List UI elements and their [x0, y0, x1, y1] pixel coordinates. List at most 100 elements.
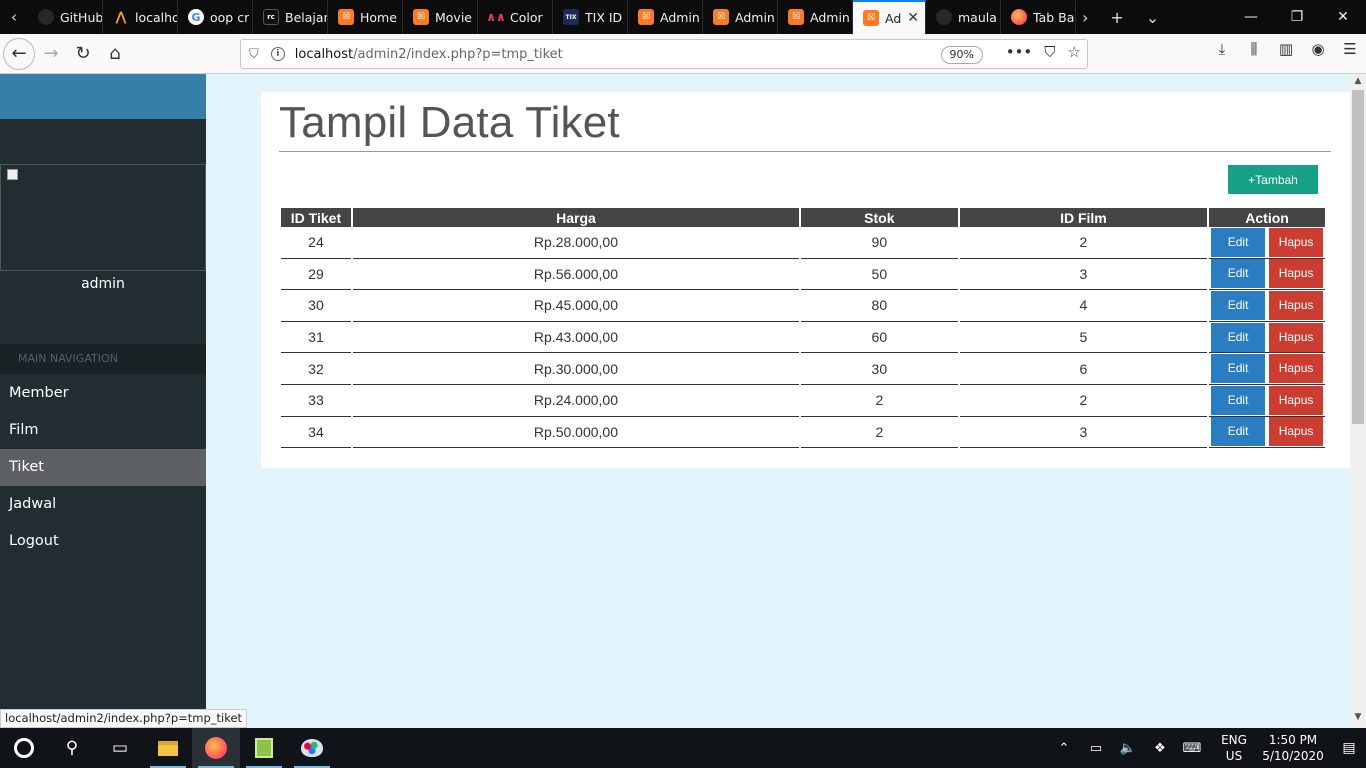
delete-button[interactable]: Hapus [1269, 259, 1324, 289]
avatar [0, 164, 206, 271]
edit-button[interactable]: Edit [1211, 259, 1266, 289]
browser-tab[interactable]: TIX TIX ID [553, 0, 628, 34]
browser-tab[interactable]: ☒ Ad ✕ [853, 0, 926, 34]
cell-id-tiket: 31 [281, 322, 351, 354]
logo-bar [0, 74, 206, 119]
edit-button[interactable]: Edit [1211, 322, 1266, 352]
input-language[interactable]: ENG US [1214, 732, 1254, 764]
zoom-level-badge[interactable]: 90% [940, 46, 983, 64]
tab-scroll-left-icon[interactable]: ‹ [0, 0, 28, 34]
forward-button[interactable]: → [35, 38, 67, 70]
url-path: /admin2/index.php?p=tmp_tiket [353, 46, 563, 62]
file-explorer-icon[interactable] [144, 728, 192, 768]
hamburger-menu-icon[interactable]: ☰ [1340, 40, 1360, 58]
color-icon: ∧∧ [486, 10, 506, 24]
delete-button[interactable]: Hapus [1269, 322, 1324, 352]
browser-tab[interactable]: Tab Ba [1001, 0, 1076, 34]
browser-tab[interactable]: ☒ Admin [778, 0, 853, 34]
notifications-icon[interactable]: ▤ [1332, 740, 1366, 756]
browser-tab[interactable]: ☒ Admin [628, 0, 703, 34]
address-bar[interactable]: ⛉ i localhost/admin2/index.php?p=tmp_tik… [240, 39, 1088, 69]
tab-scroll-right-icon[interactable]: › [1082, 8, 1088, 27]
add-ticket-button[interactable]: +Tambah [1228, 165, 1318, 194]
edit-button[interactable]: Edit [1211, 385, 1266, 415]
sidebar-toggle-icon[interactable]: ▥ [1276, 40, 1296, 58]
firefox-taskbar-icon[interactable] [192, 728, 240, 768]
browser-tab[interactable]: maula [926, 0, 1001, 34]
main-navigation-header: MAIN NAVIGATION [0, 344, 206, 374]
delete-button[interactable]: Hapus [1269, 227, 1324, 257]
url-host: localhost [294, 46, 354, 62]
scroll-up-icon[interactable]: ▲ [1350, 76, 1366, 90]
back-button[interactable]: ← [3, 37, 35, 70]
account-icon[interactable]: ◉ [1308, 40, 1328, 58]
delete-button[interactable]: Hapus [1269, 385, 1324, 415]
sidebar-item-tiket[interactable]: Tiket [0, 449, 206, 486]
list-all-tabs-icon[interactable]: ⌄ [1146, 8, 1159, 27]
xampp-icon: ☒ [338, 9, 354, 25]
notepad-plus-plus-icon[interactable] [240, 728, 288, 768]
column-header-id-film: ID Film [959, 208, 1208, 227]
start-button[interactable] [0, 728, 48, 768]
sidebar-item-logout[interactable]: Logout [0, 523, 206, 560]
new-tab-icon[interactable]: + [1110, 8, 1123, 27]
browser-tab[interactable]: GitHub [28, 0, 103, 34]
close-window-icon[interactable]: ✕ [1320, 0, 1366, 34]
github-icon [936, 9, 952, 25]
battery-icon[interactable]: ▭ [1080, 741, 1112, 756]
sidebar-item-member[interactable]: Member [0, 375, 206, 412]
browser-tab[interactable]: Goop cr [178, 0, 253, 34]
bookmark-star-icon[interactable]: ☆ [1068, 43, 1081, 61]
keyboard-icon[interactable]: ⌨ [1176, 741, 1208, 756]
delete-button[interactable]: Hapus [1269, 290, 1324, 320]
edit-button[interactable]: Edit [1211, 354, 1266, 384]
tab-label: Home [360, 9, 397, 25]
table-row: 33 Rp.24.000,00 2 2 Edit Hapus [281, 385, 1325, 417]
tracking-shield-icon[interactable]: ⛉ [249, 47, 259, 62]
browser-tab[interactable]: ☒ Admin [703, 0, 778, 34]
scroll-down-icon[interactable]: ▼ [1350, 712, 1366, 726]
home-button[interactable]: ⌂ [99, 38, 131, 70]
cell-id-film: 2 [959, 385, 1208, 417]
close-tab-icon[interactable]: ✕ [907, 10, 919, 26]
browser-tab[interactable]: ⋀ localhost [103, 0, 178, 34]
downloads-icon[interactable]: ⤓ [1212, 40, 1232, 58]
site-info-icon[interactable]: i [270, 47, 285, 61]
clock[interactable]: 1:50 PM 5/10/2020 [1254, 732, 1332, 764]
search-icon[interactable]: ⚲ [48, 728, 96, 768]
minimize-icon[interactable]: — [1228, 0, 1274, 34]
clock-date: 5/10/2020 [1262, 749, 1324, 763]
browser-tab[interactable]: ☒ Home [328, 0, 403, 34]
tix-icon: TIX [563, 9, 579, 25]
page-scrollbar[interactable]: ▲ ▼ [1350, 74, 1366, 728]
column-header-harga: Harga [352, 208, 799, 227]
pocket-icon[interactable]: ⛉ [1044, 43, 1055, 61]
library-icon[interactable]: ⫼ [1244, 40, 1264, 58]
page-actions: ••• ⛉ ☆ [1006, 43, 1081, 61]
reload-button[interactable]: ↻ [67, 38, 99, 70]
volume-icon[interactable]: 🔈 [1112, 741, 1144, 756]
table-row: 30 Rp.45.000,00 80 4 Edit Hapus [281, 290, 1325, 322]
browser-tab[interactable]: ☒ Movie [403, 0, 478, 34]
cell-id-film: 6 [959, 353, 1208, 385]
browser-tab[interactable]: rc Belajar [253, 0, 328, 34]
edit-button[interactable]: Edit [1211, 417, 1266, 447]
task-view-icon[interactable]: ▭ [96, 728, 144, 768]
show-hidden-icons-icon[interactable]: ⌃ [1048, 741, 1080, 756]
delete-button[interactable]: Hapus [1269, 417, 1324, 447]
edit-button[interactable]: Edit [1211, 290, 1266, 320]
sidebar-item-jadwal[interactable]: Jadwal [0, 486, 206, 523]
sidebar-item-film[interactable]: Film [0, 412, 206, 449]
tab-label: TIX ID [585, 9, 623, 25]
edit-button[interactable]: Edit [1211, 227, 1266, 257]
paint-icon[interactable] [288, 728, 336, 768]
delete-button[interactable]: Hapus [1269, 354, 1324, 384]
scrollbar-thumb[interactable] [1352, 90, 1364, 424]
table-body: 24 Rp.28.000,00 90 2 Edit Hapus 29 Rp.56.000,00… [281, 227, 1325, 449]
url-text[interactable]: localhost/admin2/index.php?p=tmp_tiket [295, 47, 563, 62]
dropbox-icon[interactable]: ❖ [1144, 741, 1176, 756]
sidebar-menu: Member Film Tiket Jadwal Logout [0, 375, 206, 560]
page-actions-menu-icon[interactable]: ••• [1006, 43, 1033, 61]
restore-icon[interactable]: ❐ [1274, 0, 1320, 34]
browser-tab[interactable]: ∧∧ Color [478, 0, 553, 34]
